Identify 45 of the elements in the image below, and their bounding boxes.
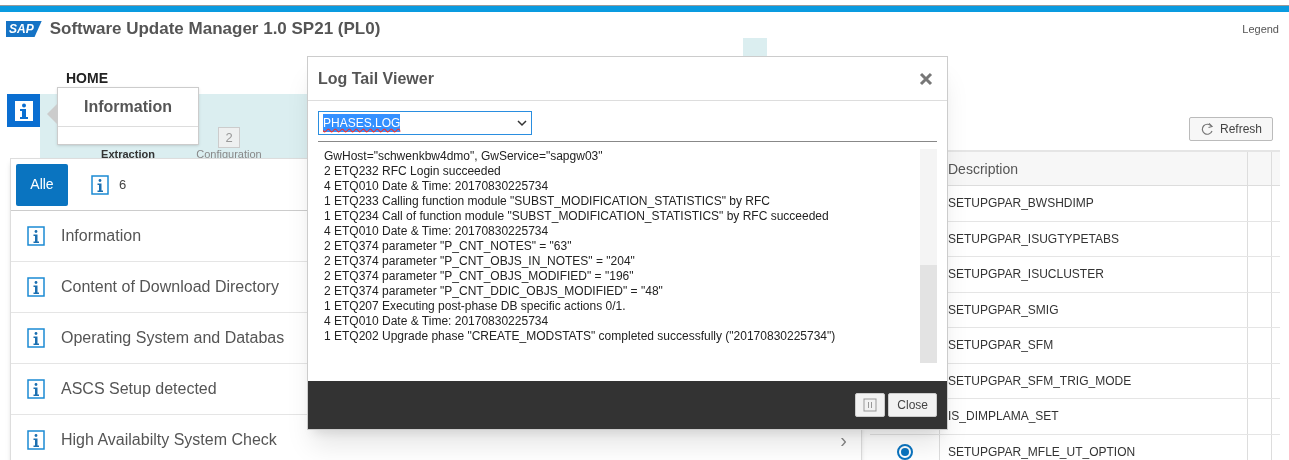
info-icon — [91, 174, 109, 195]
message-text: Content of Download Directory — [61, 277, 279, 297]
info-icon — [27, 328, 45, 348]
refresh-icon — [1200, 122, 1214, 136]
legend-link[interactable]: Legend — [1242, 20, 1279, 38]
home-tab[interactable]: HOME — [66, 70, 108, 86]
sap-logo: SAP — [6, 21, 42, 37]
popover-title: Information — [58, 88, 198, 127]
info-icon — [13, 99, 34, 122]
close-icon[interactable] — [919, 71, 933, 86]
message-text: High Availabilty System Check — [61, 430, 277, 450]
log-line: 4 ETQ010 Date & Time: 20170830225734 — [324, 314, 550, 329]
log-line: 2 ETQ232 RFC Login succeeded — [324, 164, 502, 179]
pause-button[interactable] — [855, 393, 886, 417]
info-button[interactable] — [7, 94, 40, 127]
log-line: 2 ETQ374 parameter "P_CNT_NOTES" = "63" — [324, 239, 573, 254]
message-text: Operating System and Databas — [61, 328, 285, 348]
pause-icon — [863, 398, 878, 412]
close-button[interactable]: Close — [888, 393, 937, 417]
app-title: Software Update Manager 1.0 SP21 (PL0) — [49, 18, 381, 41]
info-icon — [27, 226, 45, 246]
filter-all-button[interactable]: Alle — [16, 163, 68, 206]
log-line: 1 ETQ233 Calling function module "SUBST_MODIFICATION_STATISTICS" by RFC — [324, 194, 771, 209]
info-icon — [27, 430, 45, 450]
message-text: ASCS Setup detected — [61, 379, 217, 399]
log-line: 1 ETQ234 Call of function module "SUBST_MODIFICATION_STATISTICS" by RFC succeeded — [324, 209, 830, 224]
log-line: GwHost="schwenkbw4dmo", GwService="sapgw03" — [324, 149, 604, 164]
info-icon — [27, 277, 45, 297]
log-line: 2 ETQ374 parameter "P_CNT_OBJS_MODIFIED" = "196" — [324, 269, 635, 284]
dialog-title: Log Tail Viewer — [318, 68, 434, 89]
message-text: Information — [61, 226, 142, 246]
refresh-button[interactable]: Refresh — [1189, 117, 1273, 141]
log-line: 1 ETQ202 Upgrade phase "CREATE_MODSTATS" completed successfully ("20170830225734") — [324, 329, 837, 344]
step-label[interactable]: Extraction — [101, 149, 155, 160]
log-line: 2 ETQ374 parameter "P_CNT_OBJS_IN_NOTES" = "204" — [324, 254, 636, 269]
message-count: 6 — [119, 175, 127, 194]
log-line: 2 ETQ374 parameter "P_CNT_DDIC_OBJS_MODIFIED" = "48" — [324, 284, 664, 299]
table-cell: SETUPGPAR_MFLE_UT_OPTION — [940, 434, 1248, 460]
log-line: 4 ETQ010 Date & Time: 20170830225734 — [324, 179, 550, 194]
log-line: 4 ETQ010 Date & Time: 20170830225734 — [324, 224, 550, 239]
chevron-icon: › — [840, 425, 847, 455]
info-icon — [27, 379, 45, 399]
log-line: 1 ETQ207 Executing post-phase DB specific actions 0/1. — [324, 299, 627, 314]
radio-button[interactable] — [896, 443, 913, 460]
chevron-down-icon — [517, 119, 527, 127]
